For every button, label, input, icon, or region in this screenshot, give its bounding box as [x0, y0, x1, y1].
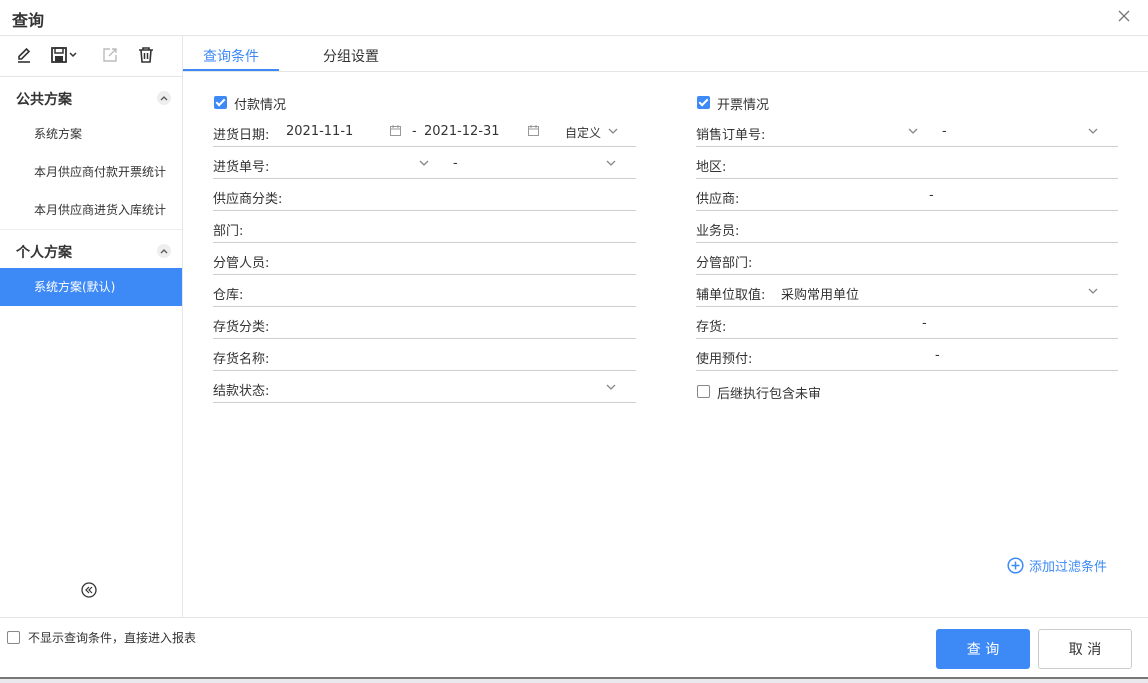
chevron-up-icon[interactable] — [157, 244, 171, 258]
field-label: 使用预付: — [696, 352, 753, 367]
warehouse-row[interactable]: 仓库: — [213, 275, 636, 307]
aux-unit-select[interactable]: 采购常用单位 — [781, 284, 859, 303]
range-separator: - — [922, 316, 927, 331]
group-public: 公共方案 — [0, 77, 182, 115]
export-icon[interactable] — [98, 44, 122, 66]
tab-underline — [183, 69, 279, 71]
field-label: 存货: — [696, 320, 727, 335]
collapse-left-icon[interactable] — [81, 582, 97, 598]
inventory-category-row[interactable]: 存货分类: — [213, 307, 636, 339]
purchase-date-label: 进货日期: — [213, 128, 270, 143]
field-label: 分管部门: — [696, 256, 753, 271]
chevron-down-icon[interactable] — [419, 158, 429, 168]
cancel-button[interactable]: 取 消 — [1038, 629, 1132, 669]
chevron-down-icon[interactable] — [1088, 286, 1098, 296]
date-to-input[interactable]: 2021-12-31 — [424, 124, 500, 139]
field-label: 地区: — [696, 160, 727, 175]
tab-query-conditions[interactable]: 查询条件 — [203, 46, 259, 66]
chevron-down-icon[interactable] — [606, 382, 616, 392]
skip-conditions-label: 不显示查询条件，直接进入报表 — [28, 631, 197, 645]
background-window-edge — [0, 677, 1148, 683]
range-separator: - — [935, 348, 940, 363]
chevron-down-icon[interactable] — [1088, 126, 1098, 136]
delete-icon[interactable] — [134, 44, 158, 66]
invoice-section-label: 开票情况 — [717, 98, 770, 113]
calendar-icon[interactable] — [390, 125, 401, 136]
save-icon[interactable] — [50, 44, 80, 66]
salesperson-row[interactable]: 业务员: — [696, 211, 1118, 243]
scheme-item-payment-invoice[interactable]: 本月供应商付款开票统计 — [0, 153, 182, 191]
payment-checkbox[interactable] — [214, 96, 227, 109]
include-unaudited-label: 后继执行包含未审 — [717, 387, 822, 402]
field-label: 仓库: — [213, 288, 244, 303]
chevron-down-icon[interactable] — [606, 158, 616, 168]
field-label: 供应商: — [696, 192, 740, 207]
skip-conditions-checkbox[interactable] — [7, 631, 20, 644]
edit-icon[interactable] — [12, 44, 36, 66]
dialog-footer: 不显示查询条件，直接进入报表 查 询 取 消 — [0, 617, 1148, 683]
scheme-sidebar: 公共方案 系统方案 本月供应商付款开票统计 本月供应商进货入库统计 个人方案 系… — [0, 36, 183, 617]
date-range-separator: - — [412, 124, 417, 139]
dialog-title: 查询 — [12, 11, 45, 30]
add-filter-button[interactable]: 添加过滤条件 — [1007, 556, 1107, 575]
manager-row[interactable]: 分管人员: — [213, 243, 636, 275]
chevron-up-icon[interactable] — [157, 91, 171, 105]
scheme-item-default[interactable]: 系统方案(默认) — [0, 268, 182, 306]
group-personal-label: 个人方案 — [16, 245, 72, 261]
managing-department-row[interactable]: 分管部门: — [696, 243, 1118, 275]
field-label: 销售订单号: — [696, 128, 766, 143]
close-icon[interactable] — [1116, 8, 1132, 24]
date-from-input[interactable]: 2021-11-1 — [286, 124, 353, 139]
query-button[interactable]: 查 询 — [936, 629, 1030, 669]
field-label: 辅单位取值: — [696, 288, 766, 303]
region-row[interactable]: 地区: — [696, 147, 1118, 179]
scheme-item-system[interactable]: 系统方案 — [0, 115, 182, 153]
purchase-date-row: 进货日期: 2021-11-1 - 2021-12-31 自定义 — [213, 115, 636, 147]
field-label: 存货分类: — [213, 320, 270, 335]
field-label: 供应商分类: — [213, 192, 283, 207]
inventory-row[interactable]: 存货: - — [696, 307, 1118, 339]
scheme-toolbar — [0, 36, 182, 77]
group-public-label: 公共方案 — [16, 92, 72, 108]
tab-bar: 查询条件 分组设置 — [183, 36, 1148, 72]
field-label: 存货名称: — [213, 352, 270, 367]
department-row[interactable]: 部门: — [213, 211, 636, 243]
field-label: 结款状态: — [213, 384, 270, 399]
scheme-item-purchase-inbound[interactable]: 本月供应商进货入库统计 — [0, 191, 182, 229]
add-filter-label: 添加过滤条件 — [1029, 560, 1108, 575]
supplier-category-row[interactable]: 供应商分类: — [213, 179, 636, 211]
field-label: 部门: — [213, 224, 244, 239]
date-mode-select[interactable]: 自定义 — [565, 124, 601, 141]
chevron-down-icon[interactable] — [908, 126, 918, 136]
range-separator: - — [453, 156, 458, 171]
range-separator: - — [929, 188, 934, 203]
invoice-checkbox[interactable] — [697, 96, 710, 109]
inventory-name-row[interactable]: 存货名称: — [213, 339, 636, 371]
dialog-titlebar: 查询 — [0, 0, 1148, 36]
group-personal: 个人方案 — [0, 230, 182, 268]
purchase-number-row: 进货单号: - — [213, 147, 636, 179]
field-label: 分管人员: — [213, 256, 270, 271]
tab-group-settings[interactable]: 分组设置 — [323, 46, 379, 66]
supplier-row[interactable]: 供应商: - — [696, 179, 1118, 211]
range-separator: - — [942, 124, 947, 139]
sales-order-row: 销售订单号: - — [696, 115, 1118, 147]
chevron-down-icon[interactable] — [608, 126, 618, 136]
aux-unit-row: 辅单位取值: 采购常用单位 — [696, 275, 1118, 307]
plus-circle-icon — [1007, 557, 1024, 574]
field-label: 业务员: — [696, 224, 740, 239]
calendar-icon[interactable] — [528, 125, 539, 136]
prepayment-row[interactable]: 使用预付: - — [696, 339, 1118, 371]
payment-section-label: 付款情况 — [234, 98, 287, 113]
include-unaudited-checkbox[interactable] — [697, 385, 710, 398]
field-label: 进货单号: — [213, 160, 270, 175]
settlement-status-row: 结款状态: — [213, 371, 636, 403]
